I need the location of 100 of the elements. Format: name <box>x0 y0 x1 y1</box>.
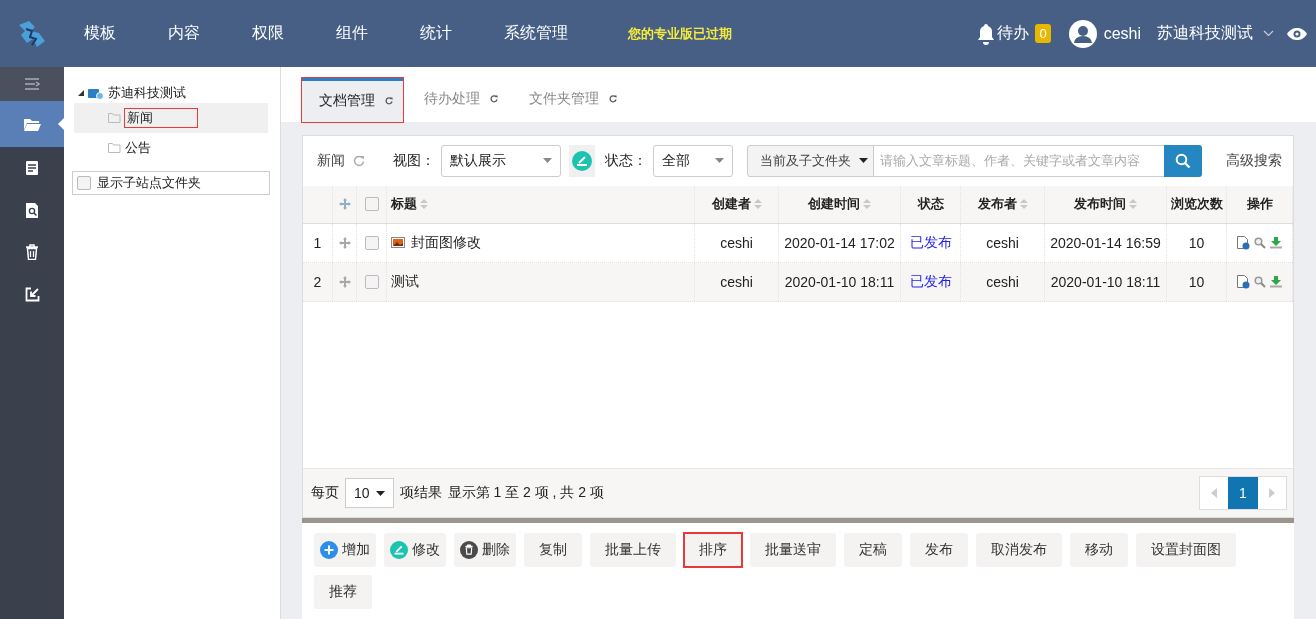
table-cell: 2020-01-10 18:11 <box>1050 273 1161 290</box>
search-field[interactable]: 请输入文章标题、作者、关键字或者文章内容 <box>874 144 1164 177</box>
page-info: 显示第 1 至 2 项 , 共 2 项 <box>447 484 604 503</box>
nav-item[interactable]: 组件 <box>336 23 368 44</box>
status-label: 状态： <box>605 151 647 170</box>
page-number[interactable]: 1 <box>1228 477 1258 510</box>
edit-icon <box>572 150 592 171</box>
table-row[interactable]: 2 测试 ceshi 2020-01-10 18:11 已发布 ceshi 2020-01-10 18:11 10 <box>303 262 1293 302</box>
table-cell: ceshi <box>986 234 1019 251</box>
bell-icon[interactable] <box>977 22 996 45</box>
tab[interactable]: 待办处理 <box>407 76 508 121</box>
magnifier-icon[interactable] <box>1254 236 1266 249</box>
table-cell: 2020-01-10 18:11 <box>784 273 895 290</box>
status-select[interactable]: 全部 <box>653 144 733 177</box>
action-button[interactable]: 取消发布 <box>976 533 1062 567</box>
action-button[interactable]: 复制 <box>524 533 582 567</box>
view-select[interactable]: 默认展示 <box>441 144 561 177</box>
refresh-icon[interactable] <box>490 94 498 103</box>
caret-icon <box>715 158 724 164</box>
caret-icon <box>375 490 385 496</box>
drag-handle-icon[interactable] <box>338 198 351 211</box>
expand-icon[interactable] <box>78 90 84 96</box>
tree-root[interactable]: 苏迪科技测试 <box>108 84 186 102</box>
eye-icon[interactable] <box>1286 26 1308 41</box>
download-icon[interactable] <box>1270 236 1282 249</box>
folder-icon <box>108 113 121 123</box>
row-checkbox[interactable] <box>364 235 379 250</box>
status-text: 已发布 <box>909 233 952 252</box>
action-button[interactable]: 移动 <box>1070 533 1128 567</box>
drag-handle-icon[interactable] <box>338 236 351 249</box>
table-cell: 10 <box>1188 273 1205 290</box>
advanced-search-link[interactable]: 高级搜索 <box>1226 151 1282 170</box>
action-button[interactable]: 批量上传 <box>590 533 676 567</box>
trash-icon[interactable] <box>25 244 39 260</box>
drag-handle-icon[interactable] <box>338 275 351 288</box>
refresh-icon[interactable] <box>609 94 617 103</box>
action-button[interactable]: 批量送审 <box>750 533 836 567</box>
chevron-down-icon[interactable] <box>1263 30 1274 37</box>
folder-title: 新闻 <box>317 151 345 170</box>
edit-button[interactable] <box>569 144 595 177</box>
row-checkbox[interactable] <box>364 274 379 289</box>
avatar-icon[interactable] <box>1068 19 1097 48</box>
username[interactable]: ceshi <box>1103 24 1141 43</box>
table-row[interactable]: 1 封面图修改 ceshi 2020-01-14 17:02 已发布 ceshi 2020-01-14 16:59 10 <box>303 223 1293 263</box>
column-header: 操作 <box>1246 195 1273 214</box>
search-icon <box>1175 152 1191 169</box>
todo-count: 0 <box>1035 24 1051 43</box>
add-icon <box>320 541 338 559</box>
organization-menu[interactable]: 苏迪科技测试 <box>1157 23 1253 44</box>
expiry-notice: 您的专业版已过期 <box>628 24 732 43</box>
menu-icon[interactable] <box>24 77 40 91</box>
column-header[interactable]: 标题 <box>391 195 417 214</box>
nav-item[interactable]: 系统管理 <box>504 23 568 44</box>
action-button[interactable]: 推荐 <box>314 575 372 609</box>
download-icon[interactable] <box>1270 275 1282 288</box>
nav-item[interactable]: 模板 <box>84 23 116 44</box>
edit-icon <box>390 541 408 559</box>
action-button[interactable]: 排序 <box>684 533 742 567</box>
results-label: 项结果 <box>399 484 442 503</box>
delete-icon <box>460 541 478 559</box>
action-button[interactable]: 修改 <box>384 533 446 567</box>
action-button[interactable]: 设置封面图 <box>1136 533 1236 567</box>
column-header[interactable]: 创建时间 <box>808 195 860 214</box>
table-cell[interactable]: 封面图修改 <box>411 233 481 252</box>
nav-item[interactable]: 统计 <box>420 23 452 44</box>
row-number: 1 <box>313 234 322 251</box>
action-button[interactable]: 删除 <box>454 533 516 567</box>
select-all-checkbox[interactable] <box>364 197 379 212</box>
folder-icon <box>108 143 121 153</box>
caret-icon <box>543 158 552 164</box>
pointer-icon <box>58 118 64 130</box>
todo-link[interactable]: 待办 <box>997 23 1030 44</box>
folder-icon[interactable] <box>23 117 41 131</box>
action-button[interactable]: 增加 <box>314 533 376 567</box>
tree-item[interactable]: 公告 <box>125 139 151 157</box>
scope-select[interactable]: 当前及子文件夹 <box>747 144 874 177</box>
nav-item[interactable]: 内容 <box>168 23 200 44</box>
refresh-icon[interactable] <box>385 97 393 106</box>
column-header[interactable]: 发布时间 <box>1074 195 1126 214</box>
caret-icon <box>859 158 868 164</box>
document-icon[interactable] <box>1237 274 1250 289</box>
tab[interactable]: 文件夹管理 <box>512 76 627 121</box>
action-button[interactable]: 定稿 <box>844 533 902 567</box>
column-header[interactable]: 创建者 <box>711 195 751 214</box>
document-icon[interactable] <box>25 160 39 176</box>
table-cell[interactable]: 测试 <box>391 272 419 291</box>
magnifier-icon[interactable] <box>1254 275 1266 288</box>
per-page-select[interactable]: 10 <box>345 478 394 509</box>
row-number: 2 <box>313 273 322 290</box>
tab[interactable]: 文档管理 <box>302 77 403 122</box>
nav-item[interactable]: 权限 <box>252 23 284 44</box>
checkbox[interactable] <box>77 176 91 190</box>
table-cell: ceshi <box>986 273 1019 290</box>
document-search-icon[interactable] <box>24 201 40 219</box>
action-button[interactable]: 发布 <box>910 533 968 567</box>
document-icon[interactable] <box>1237 235 1250 250</box>
column-header[interactable]: 发布者 <box>977 195 1017 214</box>
table-cell: 2020-01-14 17:02 <box>784 234 895 251</box>
search-button[interactable] <box>1164 144 1202 177</box>
export-icon[interactable] <box>24 286 40 302</box>
